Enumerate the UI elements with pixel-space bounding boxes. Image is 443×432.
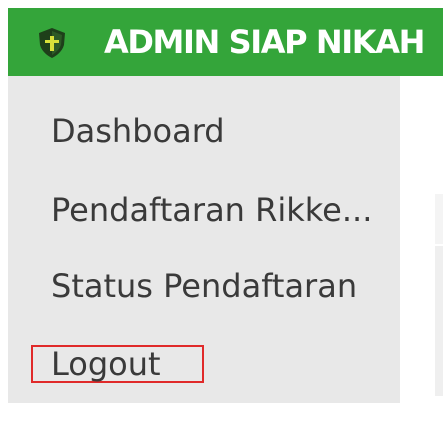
app-title: ADMIN SIAP NIKAH: [104, 23, 425, 61]
content-edge-strip: [435, 246, 443, 396]
sidebar-item-logout[interactable]: Logout: [31, 345, 204, 383]
sidebar-menu: Dashboard Pendaftaran Rikke... Status Pe…: [8, 76, 400, 403]
content-area-edge: [400, 76, 443, 403]
sidebar-item-dashboard[interactable]: Dashboard: [51, 111, 225, 151]
shield-icon: [36, 27, 68, 59]
sidebar-item-pendaftaran-rikkes[interactable]: Pendaftaran Rikke...: [51, 190, 372, 230]
app-root: ADMIN SIAP NIKAH Dashboard Pendaftaran R…: [0, 0, 443, 432]
app-header: ADMIN SIAP NIKAH: [8, 8, 443, 76]
content-edge-strip: [435, 194, 443, 244]
sidebar-item-status-pendaftaran[interactable]: Status Pendaftaran: [51, 266, 357, 306]
